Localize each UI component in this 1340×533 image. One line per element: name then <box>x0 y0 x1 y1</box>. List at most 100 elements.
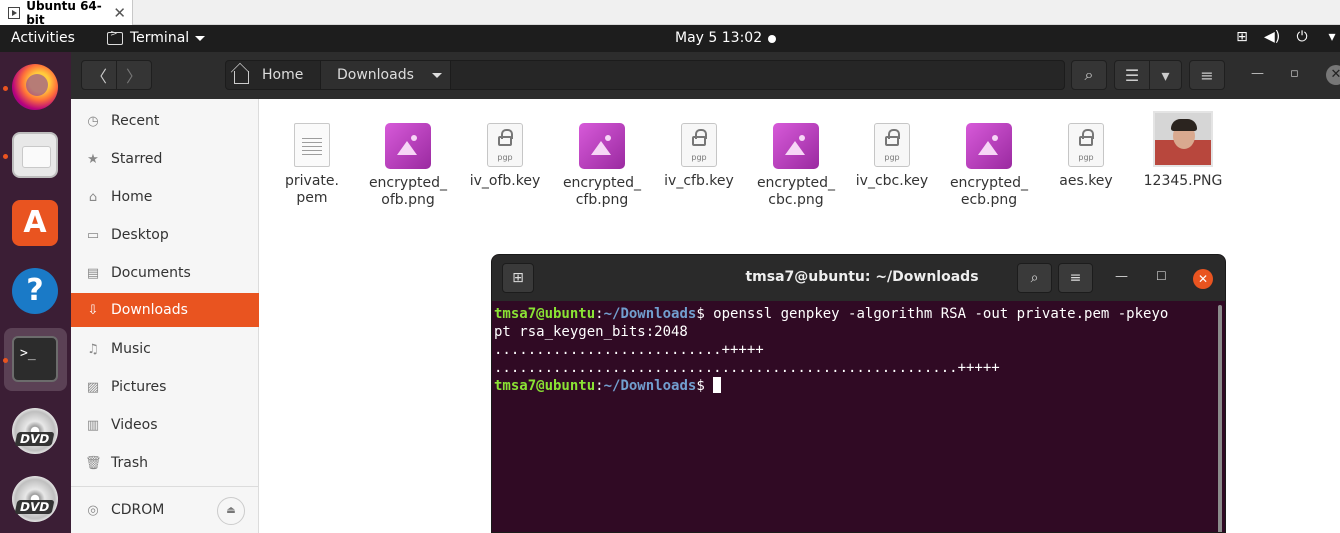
terminal-menu-button[interactable]: ≡ <box>1058 263 1093 293</box>
new-tab-button[interactable]: ⊞ <box>502 263 534 293</box>
view-options-button[interactable]: ▾ <box>1149 60 1182 90</box>
file-name: ofb.png <box>381 192 435 208</box>
caret-down-icon <box>195 35 206 41</box>
terminal-title: tmsa7@ubuntu: ~/Downloads <box>745 269 979 285</box>
dock-item-dvd[interactable]: DVD <box>0 400 71 464</box>
forward-button[interactable]: 〉 <box>116 60 152 90</box>
maximize-button[interactable]: ☐ <box>1156 269 1167 283</box>
search-button[interactable]: ⌕ <box>1071 60 1107 90</box>
firefox-icon <box>12 64 58 110</box>
prompt-path: ~/Downloads <box>603 378 697 394</box>
sidebar-item-downloads[interactable]: ⇩ Downloads <box>71 293 259 327</box>
close-button[interactable]: ✕ <box>1193 269 1213 289</box>
terminal-line: ...........................+++++ <box>494 342 764 358</box>
image-file-icon <box>966 123 1012 169</box>
file-item[interactable]: pgp iv_cfb.key <box>654 119 744 190</box>
image-file-icon <box>579 123 625 169</box>
breadcrumb-home[interactable]: Home <box>226 61 321 89</box>
sidebar-item-label: CDROM <box>111 502 165 518</box>
back-button[interactable]: 〈 <box>81 60 117 90</box>
app-menu[interactable]: Terminal <box>107 29 206 46</box>
dvd-icon: DVD <box>12 408 58 454</box>
system-tray[interactable]: ⊞ ◀) ⏻ ▾ <box>1234 29 1340 45</box>
terminal-window[interactable]: ⊞ tmsa7@ubuntu: ~/Downloads ⌕ ≡ — ☐ ✕ tm… <box>491 254 1226 533</box>
file-name: cfb.png <box>575 192 629 208</box>
chevron-left-icon: 〈 <box>90 67 107 86</box>
file-item[interactable]: encrypted_ cbc.png <box>751 119 841 209</box>
clock[interactable]: May 5 13:02 <box>675 30 762 46</box>
file-item[interactable]: pgp iv_ofb.key <box>460 119 550 190</box>
file-name: cbc.png <box>768 192 824 208</box>
sidebar-item-label: Desktop <box>111 227 169 243</box>
list-view-icon: ☰ <box>1124 65 1140 85</box>
volume-icon: ◀) <box>1264 29 1281 45</box>
sidebar-item-pictures[interactable]: ▨ Pictures <box>71 370 259 404</box>
files-icon <box>12 132 58 178</box>
lock-icon <box>885 129 900 146</box>
file-item[interactable]: pgp aes.key <box>1041 119 1131 190</box>
top-bar: Activities Terminal May 5 13:02 ⊞ ◀) ⏻ ▾ <box>0 25 1340 52</box>
activities-button[interactable]: Activities <box>11 30 75 46</box>
file-name: pem <box>296 190 328 206</box>
caret-down-icon: ▾ <box>1161 65 1170 85</box>
text-cursor <box>713 377 722 393</box>
terminal-line: tmsa7@ubuntu:~/Downloads$ openssl genpke… <box>494 305 1214 323</box>
sidebar-item-documents[interactable]: ▤ Documents <box>71 256 259 290</box>
file-name: encrypted_ <box>368 175 448 191</box>
text-file-icon <box>294 123 330 167</box>
sidebar-item-recent[interactable]: ◷ Recent <box>71 104 259 138</box>
close-button[interactable]: ✕ <box>1326 65 1340 85</box>
dock-item-dvd-2[interactable]: DVD <box>0 468 71 532</box>
close-icon[interactable]: ✕ <box>113 4 126 22</box>
software-store-icon: A <box>12 200 58 246</box>
sidebar-item-music[interactable]: ♫ Music <box>71 332 259 366</box>
dvd-icon: DVD <box>12 476 58 522</box>
dock: A ? >_ DVD DVD <box>0 52 71 533</box>
sidebar-item-desktop[interactable]: ▭ Desktop <box>71 218 259 252</box>
file-item[interactable]: encrypted_ ofb.png <box>363 119 453 209</box>
vm-tab-title: Ubuntu 64-bit <box>26 0 102 27</box>
file-item[interactable]: pgp iv_cbc.key <box>847 119 937 190</box>
vm-tab[interactable]: Ubuntu 64-bit ✕ <box>0 0 133 27</box>
dock-item-terminal[interactable]: >_ <box>0 328 71 392</box>
home-icon <box>234 70 249 84</box>
list-view-button[interactable]: ☰ <box>1114 60 1150 90</box>
file-name: private. <box>285 173 339 189</box>
cdrom-icon: ◎ <box>87 502 99 518</box>
sidebar-item-label: Home <box>111 189 153 205</box>
file-item[interactable]: encrypted_ cfb.png <box>557 119 647 209</box>
sidebar-item-home[interactable]: ⌂ Home <box>71 180 259 214</box>
sidebar-item-label: Downloads <box>111 302 188 318</box>
minimize-button[interactable]: — <box>1115 269 1128 284</box>
prompt-separator: : <box>595 378 604 394</box>
terminal-header-bar: ⊞ tmsa7@ubuntu: ~/Downloads ⌕ ≡ — ☐ ✕ <box>492 255 1225 301</box>
sidebar-item-videos[interactable]: ▥ Videos <box>71 408 259 442</box>
notification-dot-icon <box>768 35 776 43</box>
downloads-icon: ⇩ <box>87 302 99 318</box>
menu-button[interactable]: ≡ <box>1189 60 1225 90</box>
terminal-line: pt rsa_keygen_bits:2048 <box>494 324 688 340</box>
terminal-output[interactable]: tmsa7@ubuntu:~/Downloads$ openssl genpke… <box>494 305 1214 395</box>
dock-item-software[interactable]: A <box>0 192 71 256</box>
sidebar-item-starred[interactable]: ★ Starred <box>71 142 259 176</box>
breadcrumb-downloads[interactable]: Downloads <box>321 61 451 89</box>
sidebar-item-trash[interactable]: 🗑 Trash <box>71 446 259 480</box>
pgp-badge: pgp <box>884 153 900 162</box>
terminal-icon <box>107 29 123 45</box>
chevron-down-icon: ▾ <box>1328 29 1336 45</box>
dock-item-firefox[interactable] <box>0 56 71 120</box>
minimize-button[interactable]: — <box>1251 66 1264 81</box>
vm-icon <box>8 6 21 19</box>
lock-icon <box>498 129 513 146</box>
new-tab-icon: ⊞ <box>512 270 524 286</box>
dock-item-help[interactable]: ? <box>0 260 71 324</box>
file-item[interactable]: private. pem <box>267 119 357 207</box>
terminal-scrollbar[interactable] <box>1218 305 1222 532</box>
maximize-button[interactable]: ▫ <box>1290 66 1299 81</box>
file-name: ecb.png <box>960 192 1018 208</box>
eject-button[interactable]: ⏏ <box>217 497 245 525</box>
dock-item-files[interactable] <box>0 124 71 188</box>
file-item[interactable]: encrypted_ ecb.png <box>944 119 1034 209</box>
terminal-search-button[interactable]: ⌕ <box>1017 263 1052 293</box>
file-item[interactable]: 12345.PNG <box>1138 111 1228 190</box>
